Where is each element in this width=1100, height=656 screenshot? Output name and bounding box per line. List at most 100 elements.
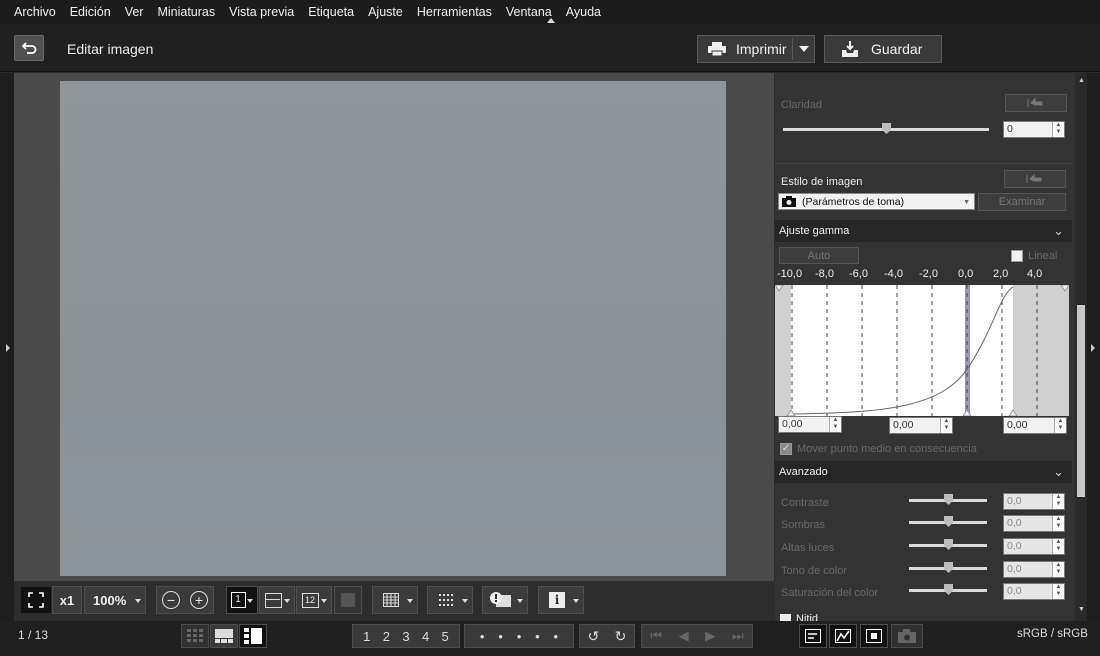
color-space-readout: sRGB / sRGB	[1017, 628, 1088, 640]
color-tone-label: Tono de color	[781, 565, 848, 577]
filmstrip-view-button[interactable]	[210, 624, 238, 648]
highlights-input[interactable]: 0,0 ▲ ▼	[1003, 538, 1065, 555]
right-panel-toggle[interactable]	[1087, 73, 1100, 621]
scroll-up-icon[interactable]: ▲	[1078, 77, 1085, 84]
clarity-slider-thumb[interactable]	[882, 123, 891, 134]
image-preview[interactable]	[60, 81, 726, 576]
thumbnail-view-button[interactable]	[181, 624, 209, 648]
zoom-level-select[interactable]: 100%	[84, 586, 146, 614]
scale-label: 2,0	[993, 268, 1009, 280]
collapse-chevron-icon[interactable]: ⌄	[1053, 464, 1064, 480]
focus-tool-button[interactable]	[860, 624, 888, 648]
split-view-button[interactable]	[259, 586, 295, 614]
sharpness-label: Nitid	[796, 613, 819, 621]
picture-style-reset-button[interactable]	[1004, 170, 1066, 188]
rating-4-button[interactable]: 4	[422, 629, 429, 644]
last-image-icon[interactable]: ⏭	[732, 628, 744, 644]
zoom-in-icon[interactable]: +	[190, 591, 208, 609]
scroll-down-icon[interactable]: ▼	[1078, 606, 1085, 613]
zoom-x1-button[interactable]: x1	[52, 586, 82, 614]
status-bar: 1 / 13 1 2 3 4 5 • • • • • ↺ ↻ ⏮ ◀ ▶ ⏭ s…	[0, 621, 1100, 656]
single-view-button[interactable]: 1	[226, 586, 258, 614]
left-panel-toggle[interactable]	[0, 73, 14, 621]
first-image-icon[interactable]: ⏮	[650, 628, 662, 644]
color-tone-input[interactable]: 0,0 ▲ ▼	[1003, 561, 1065, 578]
shadows-slider-thumb[interactable]	[944, 516, 953, 527]
browse-button[interactable]: Examinar	[978, 193, 1066, 211]
highlights-slider-thumb[interactable]	[944, 539, 953, 550]
previous-image-icon[interactable]: ◀	[679, 628, 689, 644]
gamma-scale: -10,0 -8,0 -6,0 -4,0 -2,0 0,0 2,0 4,0	[777, 268, 1067, 281]
menu-ajuste[interactable]: Ajuste	[362, 5, 409, 19]
next-image-icon[interactable]: ▶	[705, 628, 715, 644]
shadows-label: Sombras	[781, 519, 826, 531]
grid-button[interactable]	[372, 586, 418, 614]
camera-settings-button[interactable]	[891, 624, 923, 648]
gamma-white-point-input[interactable]: 0,00 ▲ ▼	[1003, 417, 1067, 434]
move-midpoint-checkbox[interactable]: ✓	[780, 443, 792, 455]
menu-archivo[interactable]: Archivo	[8, 5, 62, 19]
collapse-chevron-icon[interactable]: ⌄	[1053, 223, 1064, 239]
save-label: Guardar	[871, 41, 923, 57]
save-button[interactable]: Guardar	[824, 35, 942, 63]
menu-vista-previa[interactable]: Vista previa	[223, 5, 300, 19]
menu-ventana[interactable]: Ventana	[500, 5, 558, 19]
clarity-reset-button[interactable]	[1005, 94, 1067, 112]
image-preview-area	[14, 73, 774, 581]
menu-etiqueta[interactable]: Etiqueta	[302, 5, 360, 19]
highlights-label: Altas luces	[781, 542, 835, 554]
gamma-midpoint-input[interactable]: 0,00 ▲ ▼	[889, 417, 953, 434]
menu-herramientas[interactable]: Herramientas	[411, 5, 498, 19]
chevron-down-icon[interactable]	[799, 46, 809, 52]
rating-dot-icon[interactable]: •	[517, 629, 522, 644]
menu-edicion[interactable]: Edición	[64, 5, 117, 19]
menu-ayuda[interactable]: Ayuda	[560, 5, 607, 19]
af-points-button[interactable]	[427, 586, 473, 614]
fit-screen-button[interactable]	[20, 586, 52, 614]
compare-view-button[interactable]: 12	[296, 586, 332, 614]
clarity-input[interactable]: 0 ▲ ▼	[1003, 121, 1065, 138]
rotate-left-icon[interactable]: ↺	[588, 628, 600, 645]
picture-style-select[interactable]: (Parámetros de toma) ▼	[778, 193, 975, 210]
linear-checkbox[interactable]	[1011, 250, 1023, 262]
edit-view-button[interactable]	[239, 624, 267, 648]
scale-label: -2,0	[919, 268, 938, 280]
rating-dot-icon[interactable]: •	[498, 629, 503, 644]
back-button[interactable]	[14, 35, 44, 61]
reset-icon	[1027, 98, 1043, 107]
sharpness-checkbox[interactable]	[780, 614, 791, 621]
advanced-section-header[interactable]: Avanzado ⌄	[775, 461, 1072, 483]
menu-miniaturas[interactable]: Miniaturas	[151, 5, 221, 19]
contrast-input[interactable]: 0,0 ▲ ▼	[1003, 493, 1065, 510]
disabled-view-button[interactable]	[334, 586, 362, 614]
zoom-out-icon[interactable]: −	[162, 591, 180, 609]
contrast-slider-thumb[interactable]	[944, 494, 953, 505]
rating-2-button[interactable]: 2	[383, 629, 390, 644]
color-tone-slider-thumb[interactable]	[944, 562, 953, 573]
scrollbar-thumb[interactable]	[1077, 305, 1085, 497]
rating-buttons: 1 2 3 4 5	[352, 624, 460, 648]
gamma-section-header[interactable]: Ajuste gamma ⌄	[775, 220, 1072, 242]
color-saturation-slider-thumb[interactable]	[944, 584, 953, 595]
gamma-auto-button[interactable]: Auto	[779, 247, 859, 264]
print-button[interactable]: Imprimir	[697, 35, 815, 63]
rating-1-button[interactable]: 1	[363, 629, 370, 644]
highlight-warning-button[interactable]	[482, 586, 528, 614]
menu-ver[interactable]: Ver	[119, 5, 150, 19]
gamma-black-point-input[interactable]: 0,00 ▲ ▼	[778, 416, 842, 433]
rating-dot-icon[interactable]: •	[480, 629, 485, 644]
rating-3-button[interactable]: 3	[402, 629, 409, 644]
collapse-caret-icon[interactable]	[547, 18, 555, 23]
rating-5-button[interactable]: 5	[442, 629, 449, 644]
back-arrow-icon	[21, 42, 37, 54]
info-button[interactable]: i	[538, 586, 584, 614]
shadows-input[interactable]: 0,0 ▲ ▼	[1003, 515, 1065, 532]
rotate-right-icon[interactable]: ↻	[615, 628, 627, 645]
adjustment-tool-button[interactable]	[799, 624, 827, 648]
rating-dot-icon[interactable]: •	[535, 629, 540, 644]
tone-tool-button[interactable]	[829, 624, 857, 648]
rating-dot-icon[interactable]: •	[553, 629, 558, 644]
color-saturation-input[interactable]: 0,0 ▲ ▼	[1003, 583, 1065, 600]
gamma-histogram[interactable]	[775, 285, 1069, 416]
palette-scrollbar[interactable]: ▲ ▼	[1075, 73, 1087, 621]
